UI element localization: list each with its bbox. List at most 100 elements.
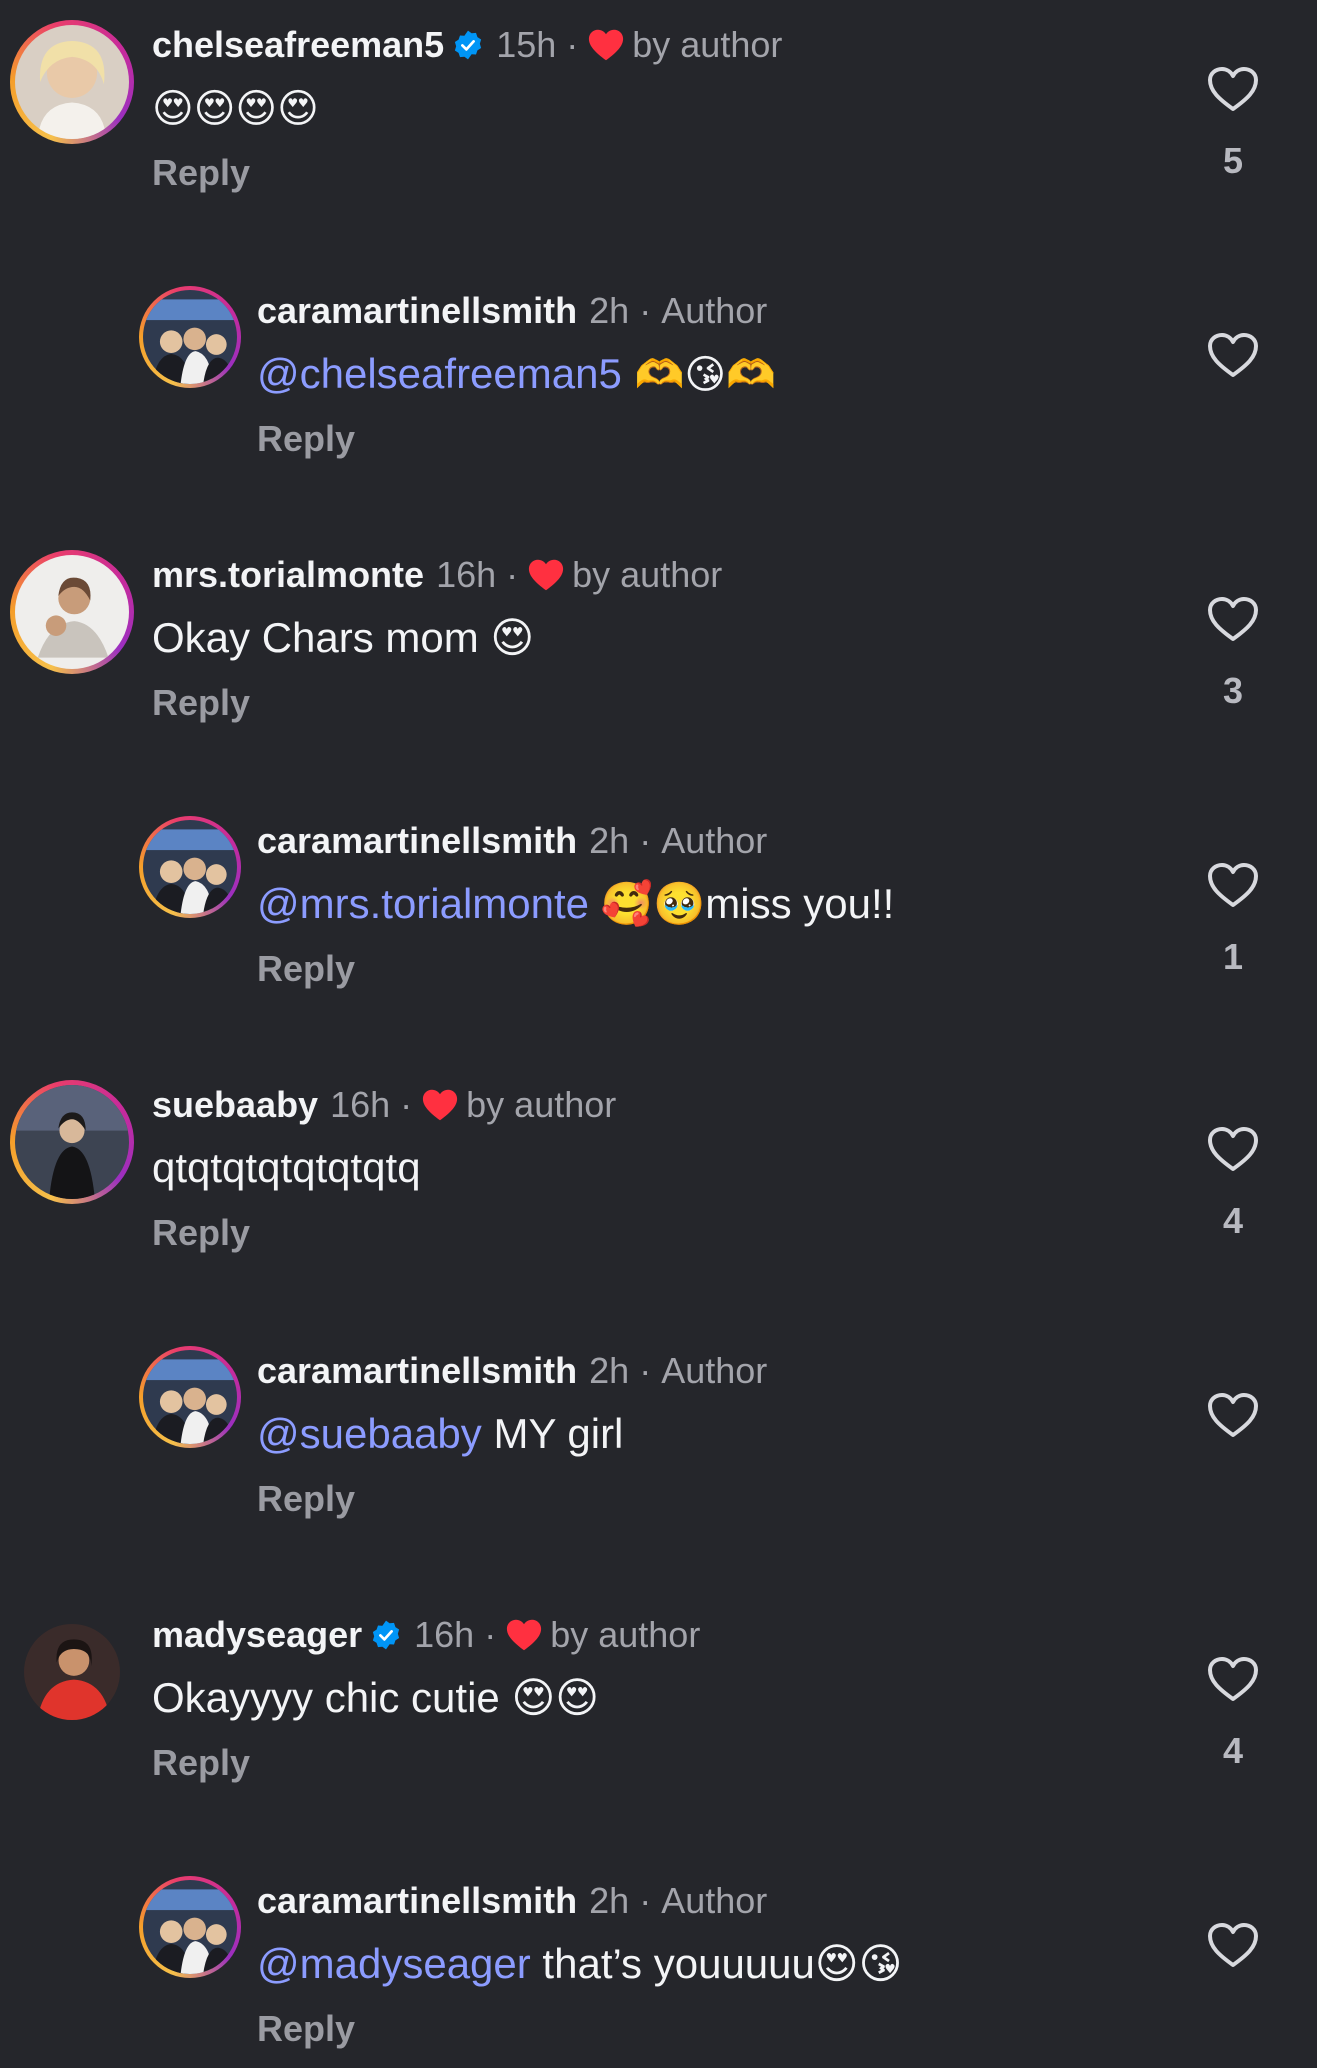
comment-time: 16h bbox=[414, 1614, 475, 1655]
username[interactable]: caramartinellsmith bbox=[257, 1878, 577, 1924]
comment-text: @madyseager that’s youuuuu😍😘 bbox=[257, 1936, 902, 1992]
byline: Author bbox=[661, 820, 768, 861]
avatar[interactable] bbox=[139, 1346, 241, 1448]
comment-body: qtqtqtqtqtqtqtq bbox=[152, 1144, 421, 1191]
like-count: 5 bbox=[1222, 140, 1244, 181]
username[interactable]: caramartinellsmith bbox=[257, 288, 577, 334]
comment-time: 15h bbox=[496, 24, 557, 65]
reply-button[interactable]: Reply bbox=[152, 1212, 250, 1254]
comment-body: that’s youuuuu😍😘 bbox=[530, 1940, 903, 1987]
comment-meta: caramartinellsmith 2h · Author bbox=[257, 288, 767, 334]
separator-dot: · bbox=[639, 290, 652, 331]
like-count: 1 bbox=[1222, 936, 1244, 977]
separator-dot: · bbox=[506, 554, 519, 595]
liked-by-author-heart-icon bbox=[423, 1089, 458, 1121]
reply-button[interactable]: Reply bbox=[152, 682, 250, 724]
comment-body: Okayyyy chic cutie 😍😍 bbox=[152, 1674, 600, 1721]
comment-body: 🫶😘🫶 bbox=[621, 352, 776, 398]
comment-body: 😍😍😍😍 bbox=[152, 86, 319, 132]
heart-icon[interactable] bbox=[1207, 1656, 1259, 1702]
byline: by author bbox=[550, 1614, 701, 1655]
comment-text: @chelseafreeman5 🫶😘🫶 bbox=[257, 346, 776, 403]
comment-item: caramartinellsmith 2h · Author @mrs.tori… bbox=[0, 796, 1317, 1046]
heart-icon[interactable] bbox=[1207, 1392, 1259, 1438]
byline: by author bbox=[572, 554, 723, 595]
username[interactable]: suebaaby bbox=[152, 1082, 318, 1128]
avatar[interactable] bbox=[139, 286, 241, 388]
comment-item: madyseager 16h · by author Okayyyy chic … bbox=[0, 1590, 1317, 1840]
mention-link[interactable]: @suebaaby bbox=[257, 1410, 482, 1457]
heart-icon[interactable] bbox=[1207, 596, 1259, 642]
byline: Author bbox=[661, 290, 768, 331]
mention-link[interactable]: @chelseafreeman5 bbox=[257, 350, 622, 397]
username[interactable]: caramartinellsmith bbox=[257, 818, 577, 864]
avatar[interactable] bbox=[10, 1610, 134, 1734]
comment-body: 🥰🥹miss you!! bbox=[589, 880, 895, 927]
avatar[interactable] bbox=[139, 1876, 241, 1978]
comment-text: Okayyyy chic cutie 😍😍 bbox=[152, 1670, 599, 1726]
like-count: 3 bbox=[1222, 670, 1244, 711]
comment-meta: mrs.torialmonte 16h · by author bbox=[152, 552, 722, 598]
liked-by-author-heart-icon bbox=[507, 1619, 542, 1651]
username[interactable]: madyseager bbox=[152, 1612, 362, 1658]
comment-time: 2h bbox=[589, 1880, 630, 1921]
reply-button[interactable]: Reply bbox=[152, 1742, 250, 1784]
byline: Author bbox=[661, 1880, 768, 1921]
heart-icon[interactable] bbox=[1207, 1126, 1259, 1172]
comment-text: 😍😍😍😍 bbox=[152, 80, 319, 137]
verified-badge-icon bbox=[373, 1620, 400, 1650]
byline: by author bbox=[466, 1084, 617, 1125]
username[interactable]: mrs.torialmonte bbox=[152, 552, 424, 598]
reply-button[interactable]: Reply bbox=[257, 1478, 355, 1520]
avatar[interactable] bbox=[10, 550, 134, 674]
comment-text: @mrs.torialmonte 🥰🥹miss you!! bbox=[257, 876, 894, 932]
comment-time: 16h bbox=[436, 554, 497, 595]
comment-text: Okay Chars mom 😍 bbox=[152, 610, 534, 666]
reply-button[interactable]: Reply bbox=[257, 418, 355, 460]
comment-meta: caramartinellsmith 2h · Author bbox=[257, 1348, 767, 1394]
avatar[interactable] bbox=[139, 816, 241, 918]
comment-item: caramartinellsmith 2h · Author @madyseag… bbox=[0, 1856, 1317, 2068]
comment-item: mrs.torialmonte 16h · by author Okay Cha… bbox=[0, 530, 1317, 780]
comment-meta: caramartinellsmith 2h · Author bbox=[257, 1878, 767, 1924]
liked-by-author-heart-icon bbox=[589, 29, 624, 61]
comment-item: chelseafreeman5 15h · by author 😍😍😍😍 Rep… bbox=[0, 0, 1317, 250]
comment-body: Okay Chars mom 😍 bbox=[152, 614, 535, 661]
comment-time: 16h bbox=[330, 1084, 391, 1125]
heart-icon[interactable] bbox=[1207, 1922, 1259, 1968]
username[interactable]: chelseafreeman5 bbox=[152, 22, 444, 68]
heart-icon[interactable] bbox=[1207, 66, 1259, 112]
byline: by author bbox=[632, 24, 783, 65]
like-count: 4 bbox=[1222, 1200, 1244, 1241]
comment-thread: chelseafreeman5 15h · by author 😍😍😍😍 Rep… bbox=[0, 0, 1317, 2068]
username[interactable]: caramartinellsmith bbox=[257, 1348, 577, 1394]
comment-meta: caramartinellsmith 2h · Author bbox=[257, 818, 767, 864]
heart-icon[interactable] bbox=[1207, 332, 1259, 378]
byline: Author bbox=[661, 1350, 768, 1391]
comment-time: 2h bbox=[589, 1350, 630, 1391]
reply-button[interactable]: Reply bbox=[257, 948, 355, 990]
reply-button[interactable]: Reply bbox=[152, 152, 250, 194]
comment-body: MY girl bbox=[481, 1410, 624, 1457]
comment-time: 2h bbox=[589, 820, 630, 861]
avatar[interactable] bbox=[10, 20, 134, 144]
avatar[interactable] bbox=[10, 1080, 134, 1204]
separator-dot: · bbox=[566, 24, 579, 65]
comment-time: 2h bbox=[589, 290, 630, 331]
comment-meta: madyseager 16h · by author bbox=[152, 1612, 700, 1658]
separator-dot: · bbox=[639, 1350, 652, 1391]
separator-dot: · bbox=[639, 1880, 652, 1921]
reply-button[interactable]: Reply bbox=[257, 2008, 355, 2050]
comment-item: caramartinellsmith 2h · Author @suebaaby… bbox=[0, 1326, 1317, 1576]
liked-by-author-heart-icon bbox=[529, 559, 564, 591]
comment-item: caramartinellsmith 2h · Author @chelseaf… bbox=[0, 266, 1317, 516]
verified-badge-icon bbox=[455, 30, 482, 60]
comment-text: @suebaaby MY girl bbox=[257, 1406, 623, 1462]
mention-link[interactable]: @mrs.torialmonte bbox=[257, 880, 589, 927]
comment-item: suebaaby 16h · by author qtqtqtqtqtqtqtq… bbox=[0, 1060, 1317, 1310]
mention-link[interactable]: @madyseager bbox=[257, 1940, 531, 1987]
comment-text: qtqtqtqtqtqtqtq bbox=[152, 1140, 421, 1196]
heart-icon[interactable] bbox=[1207, 862, 1259, 908]
separator-dot: · bbox=[400, 1084, 413, 1125]
comment-meta: chelseafreeman5 15h · by author bbox=[152, 22, 782, 68]
